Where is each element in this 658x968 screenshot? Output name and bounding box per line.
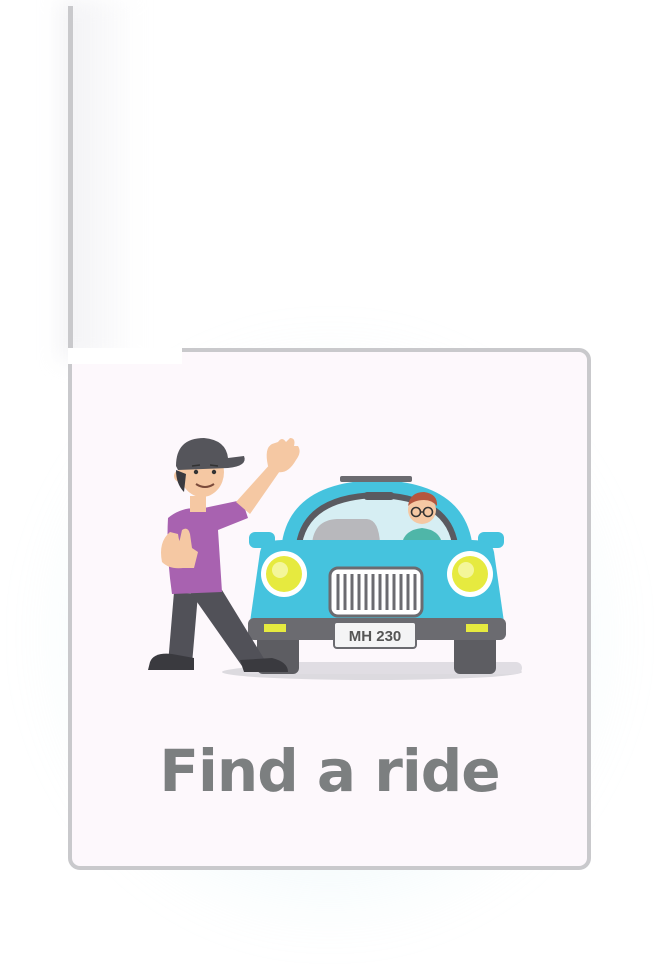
card-title: Find a ride (159, 737, 500, 805)
card-notch (68, 348, 182, 364)
panel-divider-line (68, 6, 73, 366)
man-leg-left (168, 592, 198, 664)
man-neck (190, 496, 206, 512)
man-waving-hand (266, 438, 300, 473)
indicator-left (264, 624, 286, 632)
roof-rack (340, 476, 412, 482)
hitchhiker-car-illustration: MH 230 (148, 438, 522, 680)
rear-mirror (364, 492, 394, 500)
car-graphic: MH 230 (248, 476, 506, 674)
license-plate-text: MH 230 (349, 628, 402, 645)
find-a-ride-card[interactable]: MH 230 Find a ride (68, 348, 591, 870)
indicator-right (466, 624, 488, 632)
